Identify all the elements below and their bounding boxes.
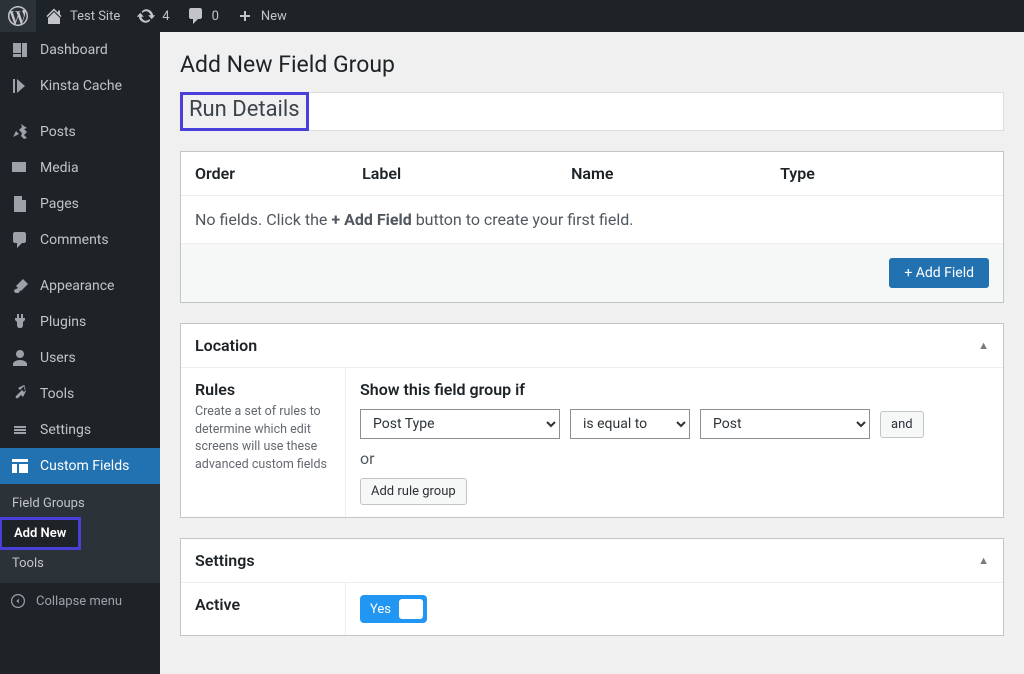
home-icon [44, 6, 64, 26]
main-content: Add New Field Group Run Details Order La… [160, 32, 1024, 674]
wrench-icon [10, 384, 30, 404]
rule-row: Post Type is equal to Post and [360, 409, 989, 439]
settings-side: Active [181, 583, 346, 635]
fields-empty-message: No fields. Click the + Add Field button … [181, 196, 1003, 244]
toggle-knob [399, 599, 423, 619]
sidebar-item-pages[interactable]: Pages [0, 186, 160, 222]
updates-link[interactable]: 4 [128, 0, 177, 32]
brush-icon [10, 276, 30, 296]
site-link[interactable]: Test Site [36, 0, 128, 32]
active-label: Active [195, 595, 331, 614]
custom-fields-submenu: Field Groups Add New Tools [0, 484, 160, 583]
add-field-button[interactable]: + Add Field [889, 258, 989, 288]
settings-panel: Settings ▲ Active Yes [180, 538, 1004, 636]
settings-heading: Settings [195, 551, 255, 570]
group-title-value[interactable]: Run Details [189, 97, 300, 122]
col-label: Label [362, 164, 571, 183]
location-side: Rules Create a set of rules to determine… [181, 368, 346, 517]
comments-count: 0 [212, 9, 219, 24]
title-input-wrap: Run Details [180, 92, 1004, 131]
user-icon [10, 348, 30, 368]
sidebar-item-comments[interactable]: Comments [0, 222, 160, 258]
rules-description: Create a set of rules to determine which… [195, 403, 331, 473]
sidebar-item-settings[interactable]: Settings [0, 412, 160, 448]
active-toggle[interactable]: Yes [360, 595, 427, 623]
collapse-icon [10, 593, 26, 609]
col-name: Name [571, 164, 780, 183]
new-link[interactable]: New [227, 0, 295, 32]
sidebar-item-dashboard[interactable]: Dashboard [0, 32, 160, 68]
kinsta-icon [10, 76, 30, 96]
comments-icon [10, 230, 30, 250]
sidebar-item-appearance[interactable]: Appearance [0, 268, 160, 304]
plus-icon [235, 6, 255, 26]
admin-topbar: Test Site 4 0 New [0, 0, 1024, 32]
submenu-add-new[interactable]: Add New [2, 520, 78, 547]
new-label: New [261, 9, 287, 24]
settings-icon [10, 420, 30, 440]
add-rule-group-button[interactable]: Add rule group [360, 478, 467, 505]
site-name: Test Site [70, 9, 120, 24]
pin-icon [10, 122, 30, 142]
submenu-tools[interactable]: Tools [0, 550, 160, 577]
rule-or-label: or [360, 449, 989, 468]
media-icon [10, 158, 30, 178]
page-icon [10, 194, 30, 214]
show-if-label: Show this field group if [360, 380, 989, 399]
rules-label: Rules [195, 380, 331, 399]
fields-footer: + Add Field [181, 244, 1003, 302]
col-type: Type [780, 164, 989, 183]
fields-table-head: Order Label Name Type [181, 152, 1003, 196]
admin-sidebar: Dashboard Kinsta Cache Posts Media Pages… [0, 32, 160, 674]
updates-count: 4 [162, 9, 169, 24]
location-heading: Location [195, 336, 257, 355]
sidebar-item-kinsta[interactable]: Kinsta Cache [0, 68, 160, 104]
layout-icon [10, 456, 30, 476]
sidebar-item-media[interactable]: Media [0, 150, 160, 186]
sidebar-item-plugins[interactable]: Plugins [0, 304, 160, 340]
comments-link[interactable]: 0 [178, 0, 227, 32]
fields-panel: Order Label Name Type No fields. Click t… [180, 151, 1004, 303]
location-panel: Location ▲ Rules Create a set of rules t… [180, 323, 1004, 518]
sidebar-item-users[interactable]: Users [0, 340, 160, 376]
settings-header[interactable]: Settings ▲ [181, 539, 1003, 583]
update-icon [136, 6, 156, 26]
sidebar-item-custom-fields[interactable]: Custom Fields [0, 448, 160, 484]
rule-param-select[interactable]: Post Type [360, 409, 560, 439]
panel-toggle-icon[interactable]: ▲ [978, 554, 989, 567]
rule-and-button[interactable]: and [880, 411, 924, 438]
comment-icon [186, 6, 206, 26]
panel-toggle-icon[interactable]: ▲ [978, 339, 989, 352]
submenu-field-groups[interactable]: Field Groups [0, 490, 160, 517]
wordpress-icon [8, 6, 28, 26]
rule-value-select[interactable]: Post [700, 409, 870, 439]
collapse-menu[interactable]: Collapse menu [0, 583, 160, 619]
wp-logo[interactable] [0, 0, 36, 32]
active-toggle-label: Yes [370, 602, 391, 617]
settings-content: Yes [346, 583, 1003, 635]
location-header[interactable]: Location ▲ [181, 324, 1003, 368]
sidebar-item-tools[interactable]: Tools [0, 376, 160, 412]
group-title-input[interactable] [309, 92, 1004, 131]
sidebar-item-posts[interactable]: Posts [0, 114, 160, 150]
rule-operator-select[interactable]: is equal to [570, 409, 690, 439]
page-title: Add New Field Group [180, 42, 1004, 86]
location-content: Show this field group if Post Type is eq… [346, 368, 1003, 517]
col-order: Order [195, 164, 362, 183]
plug-icon [10, 312, 30, 332]
dashboard-icon [10, 40, 30, 60]
